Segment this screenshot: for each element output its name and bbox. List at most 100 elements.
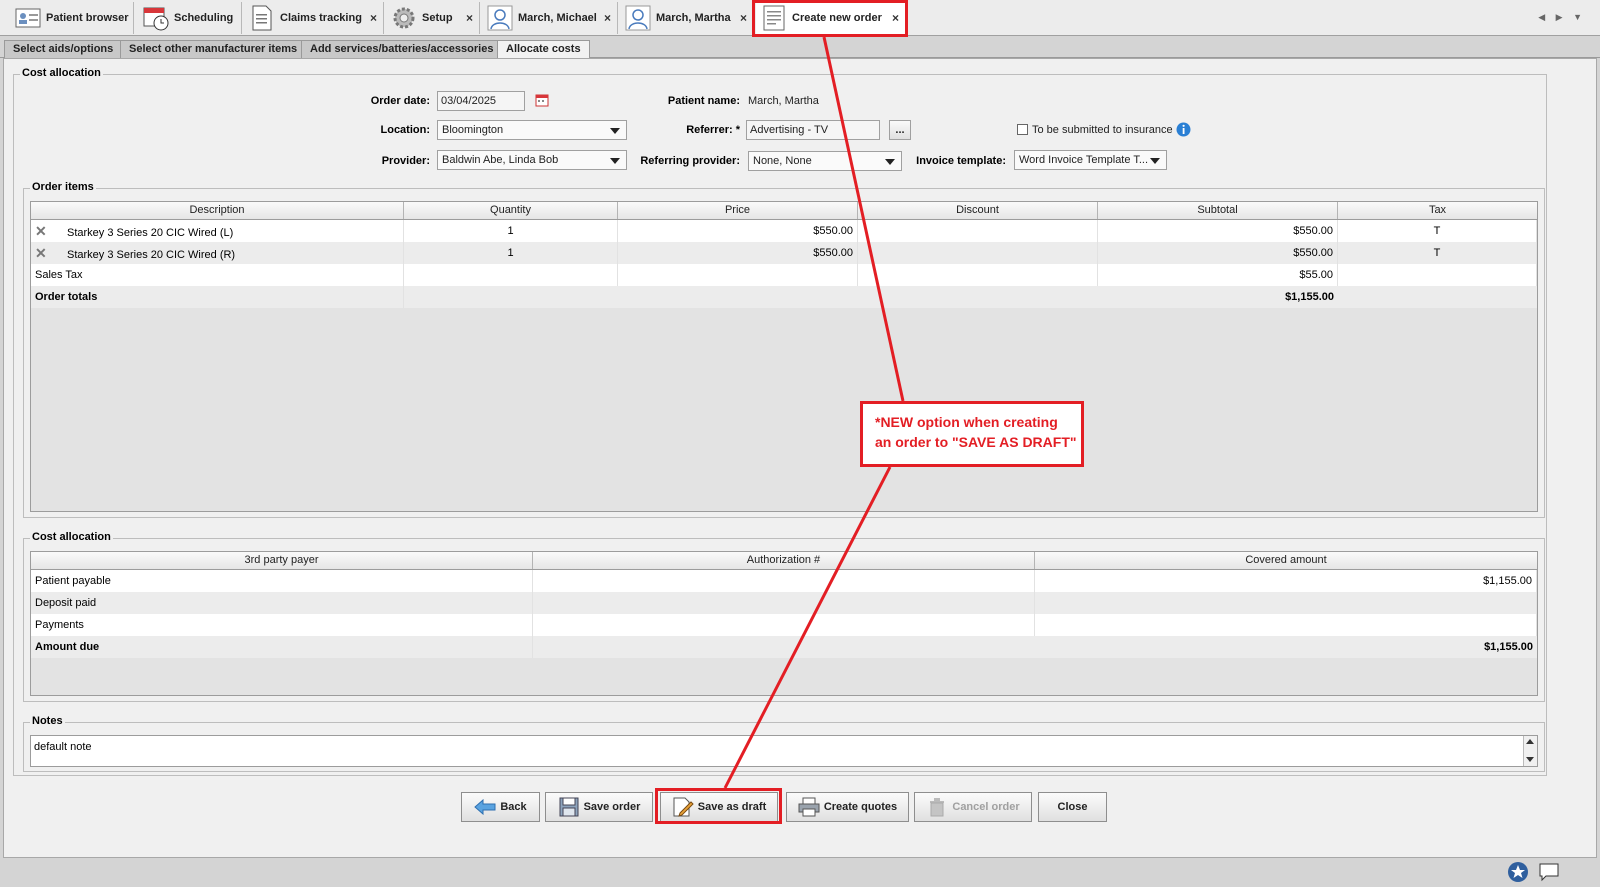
order-totals-label: Order totals	[31, 286, 404, 308]
status-bar	[0, 858, 1600, 887]
chevron-down-icon	[610, 128, 620, 134]
order-totals-row: Order totals $1,155.00	[31, 286, 1537, 308]
remove-item-icon[interactable]: ✕	[35, 220, 49, 242]
tab-setup[interactable]: Setup ×	[386, 2, 480, 34]
covered-amount: $1,155.00	[1035, 570, 1537, 592]
authorization-number[interactable]	[533, 570, 1035, 592]
referring-provider-label: Referring provider:	[640, 155, 740, 167]
table-row[interactable]: ✕ Starkey 3 Series 20 CIC Wired (R) 1 $55…	[31, 242, 1537, 264]
close-icon[interactable]: ×	[740, 11, 747, 25]
highlight-box-draft-button	[655, 788, 782, 824]
subtab-select-aids[interactable]: Select aids/options	[4, 40, 123, 58]
tab-patient-browser[interactable]: Patient browser	[10, 2, 134, 34]
insurance-label: To be submitted to insurance	[1032, 124, 1173, 136]
subtab-add-services[interactable]: Add services/batteries/accessories	[301, 40, 503, 58]
col-authorization[interactable]: Authorization #	[533, 552, 1035, 569]
location-dropdown[interactable]: Bloomington	[437, 120, 627, 140]
covered-amount	[1035, 592, 1537, 614]
chevron-down-icon	[885, 159, 895, 165]
floppy-disk-icon	[558, 796, 580, 818]
col-description[interactable]: Description	[31, 202, 404, 219]
col-price[interactable]: Price	[618, 202, 858, 219]
save-order-button[interactable]: Save order	[545, 792, 653, 822]
tab-march-martha[interactable]: March, Martha ×	[620, 2, 754, 34]
location-value: Bloomington	[442, 124, 504, 136]
cost-allocation-table: 3rd party payer Authorization # Covered …	[30, 551, 1538, 696]
create-quotes-button[interactable]: Create quotes	[786, 792, 909, 822]
item-description: Starkey 3 Series 20 CIC Wired (R)	[67, 249, 236, 261]
patient-name-value: March, Martha	[748, 95, 819, 107]
invoice-template-dropdown[interactable]: Word Invoice Template T...	[1014, 150, 1167, 170]
payer-name: Deposit paid	[31, 592, 533, 614]
invoice-template-value: Word Invoice Template T...	[1019, 154, 1149, 166]
item-price: $550.00	[618, 220, 858, 242]
callout-line-1: *NEW option when creating	[875, 414, 1058, 430]
col-payer[interactable]: 3rd party payer	[31, 552, 533, 569]
cancel-order-label: Cancel order	[952, 801, 1020, 813]
close-icon[interactable]: ×	[466, 11, 473, 25]
sales-tax-value: $55.00	[1098, 264, 1338, 286]
subtab-other-manufacturer[interactable]: Select other manufacturer items	[120, 40, 307, 58]
tab-label: Patient browser	[46, 12, 129, 24]
info-icon[interactable]	[1176, 122, 1191, 140]
tab-claims-tracking[interactable]: Claims tracking ×	[244, 2, 384, 34]
location-label: Location:	[380, 124, 431, 136]
cancel-order-button[interactable]: Cancel order	[914, 792, 1032, 822]
invoice-template-label: Invoice template:	[916, 155, 1006, 167]
save-order-label: Save order	[583, 801, 641, 813]
item-subtotal: $550.00	[1098, 220, 1338, 242]
referrer-label: Referrer: *	[686, 124, 740, 136]
tab-scheduling[interactable]: Scheduling	[138, 2, 242, 34]
provider-dropdown[interactable]: Baldwin Abe, Linda Bob	[437, 150, 627, 170]
star-badge-icon[interactable]	[1507, 861, 1529, 886]
amount-due-label: Amount due	[31, 636, 533, 658]
back-button[interactable]: Back	[461, 792, 540, 822]
annotation-callout: *NEW option when creating an order to "S…	[860, 401, 1084, 467]
chat-bubble-icon[interactable]	[1539, 862, 1559, 885]
scroll-down-icon[interactable]	[1526, 757, 1534, 762]
notes-text: default note	[34, 741, 92, 753]
scroll-up-icon[interactable]	[1526, 739, 1534, 744]
calendar-icon[interactable]	[535, 93, 549, 110]
item-discount[interactable]	[858, 242, 1098, 264]
notes-textarea[interactable]: default note	[30, 735, 1538, 767]
col-quantity[interactable]: Quantity	[404, 202, 618, 219]
table-row[interactable]: Payments	[31, 614, 1537, 636]
order-date-field[interactable]: 03/04/2025	[437, 91, 525, 111]
table-header: 3rd party payer Authorization # Covered …	[31, 552, 1537, 570]
highlight-box-tab	[752, 0, 908, 37]
table-row[interactable]: Deposit paid	[31, 592, 1537, 614]
referrer-field[interactable]: Advertising - TV	[746, 120, 880, 140]
close-button[interactable]: Close	[1038, 792, 1107, 822]
remove-item-icon[interactable]: ✕	[35, 242, 49, 264]
referrer-browse-button[interactable]: ...	[889, 120, 911, 140]
tab-label: March, Michael	[518, 12, 597, 24]
amount-due-value: $1,155.00	[1484, 641, 1533, 653]
col-tax[interactable]: Tax	[1338, 202, 1537, 219]
payer-name: Payments	[31, 614, 533, 636]
referring-provider-dropdown[interactable]: None, None	[748, 151, 902, 171]
table-row[interactable]: ✕ Starkey 3 Series 20 CIC Wired (L) 1 $55…	[31, 220, 1537, 242]
order-items-table: Description Quantity Price Discount Subt…	[30, 201, 1538, 512]
item-quantity: 1	[404, 242, 618, 264]
notes-scrollbar[interactable]	[1523, 736, 1537, 766]
col-subtotal[interactable]: Subtotal	[1098, 202, 1338, 219]
order-totals-value: $1,155.00	[1285, 291, 1334, 303]
item-discount[interactable]	[858, 220, 1098, 242]
authorization-number[interactable]	[533, 592, 1035, 614]
tab-label: Setup	[422, 12, 453, 24]
col-discount[interactable]: Discount	[858, 202, 1098, 219]
order-date-label: Order date:	[370, 95, 430, 107]
tab-scroll-arrows[interactable]: ◀ ▶ ▼	[1538, 12, 1586, 23]
subtab-allocate-costs[interactable]: Allocate costs	[497, 40, 590, 58]
insurance-checkbox[interactable]	[1017, 124, 1028, 135]
item-tax: T	[1338, 220, 1537, 242]
close-icon[interactable]: ×	[370, 11, 377, 25]
table-row[interactable]: Patient payable $1,155.00	[31, 570, 1537, 592]
col-covered-amount[interactable]: Covered amount	[1035, 552, 1537, 569]
close-icon[interactable]: ×	[604, 11, 611, 25]
amount-due-row: Amount due $1,155.00	[31, 636, 1537, 658]
person-icon	[624, 4, 652, 32]
tab-march-michael[interactable]: March, Michael ×	[482, 2, 618, 34]
authorization-number[interactable]	[533, 614, 1035, 636]
